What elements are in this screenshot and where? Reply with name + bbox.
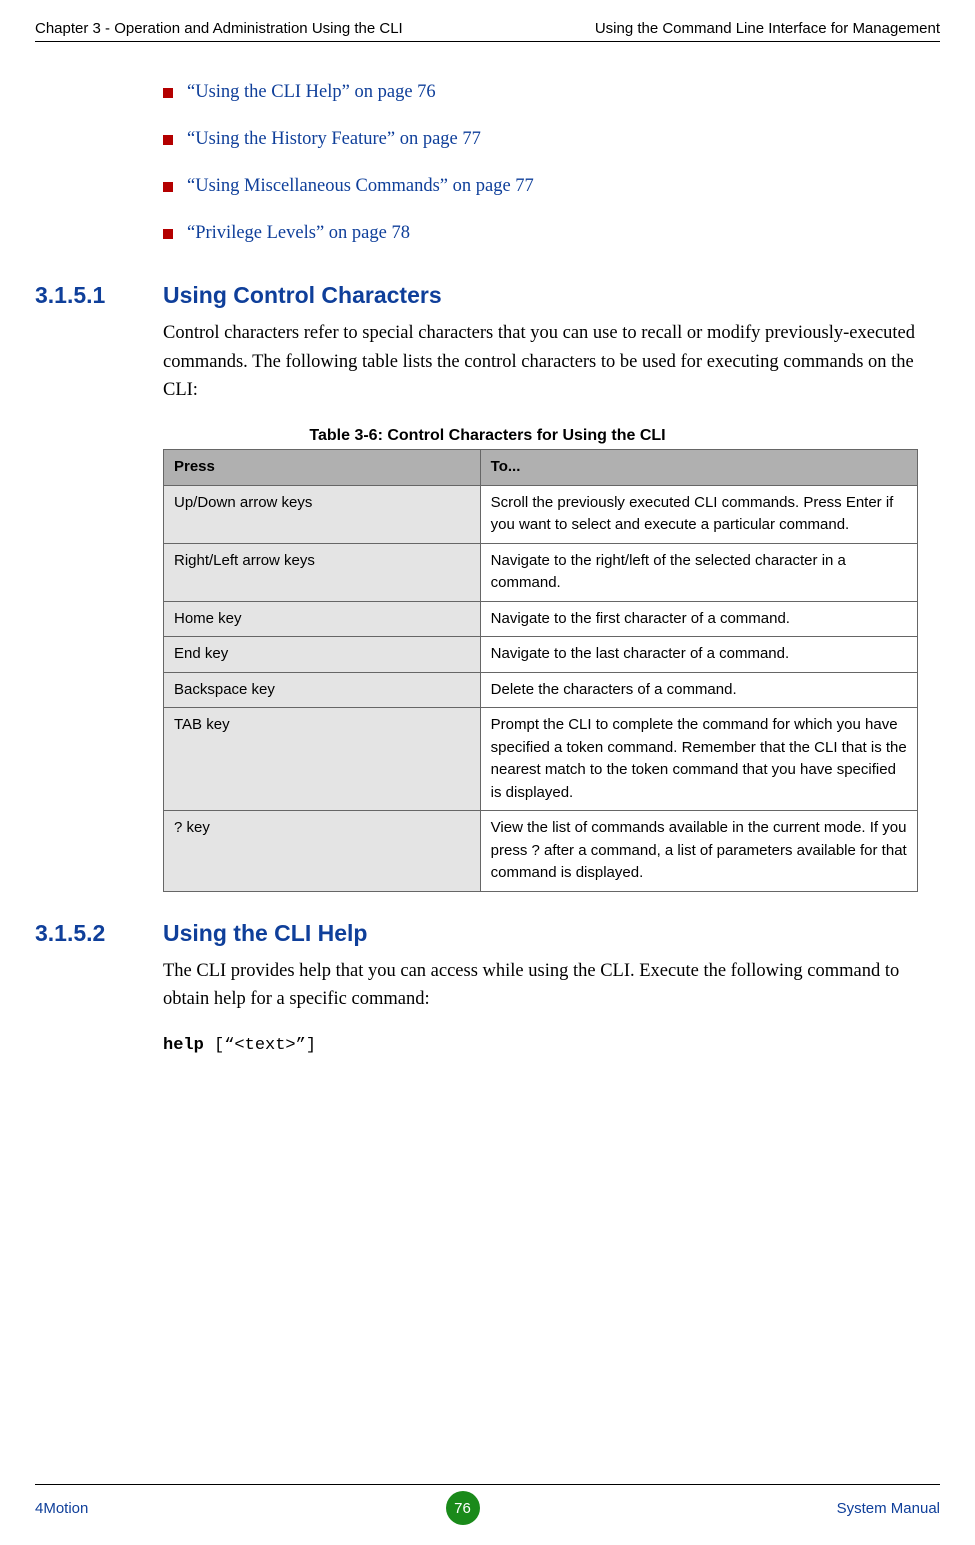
xref-bullet-item: “Privilege Levels” on page 78 (163, 223, 940, 244)
col-header-press: Press (164, 450, 481, 486)
table-row: ? key View the list of commands availabl… (164, 811, 918, 892)
page-header: Chapter 3 - Operation and Administration… (35, 20, 940, 42)
xref-bullet-item: “Using the History Feature” on page 77 (163, 129, 940, 150)
cell-press: TAB key (164, 708, 481, 811)
square-bullet-icon (163, 135, 173, 145)
col-header-to: To... (480, 450, 917, 486)
header-right: Using the Command Line Interface for Man… (595, 20, 940, 37)
paragraph: Control characters refer to special char… (163, 319, 940, 405)
square-bullet-icon (163, 182, 173, 192)
cell-to: Navigate to the first character of a com… (480, 601, 917, 637)
cell-to: Navigate to the right/left of the select… (480, 543, 917, 601)
footer-product: 4Motion (35, 1500, 88, 1517)
xref-bullet-item: “Using Miscellaneous Commands” on page 7… (163, 176, 940, 197)
section-number: 3.1.5.2 (35, 920, 163, 947)
table-header-row: Press To... (164, 450, 918, 486)
cell-press: End key (164, 637, 481, 673)
table-row: End key Navigate to the last character o… (164, 637, 918, 673)
xref-link[interactable]: “Privilege Levels” on page 78 (187, 223, 410, 244)
table-row: Backspace key Delete the characters of a… (164, 672, 918, 708)
cell-press: Right/Left arrow keys (164, 543, 481, 601)
xref-bullet-item: “Using the CLI Help” on page 76 (163, 82, 940, 103)
cell-press: Up/Down arrow keys (164, 485, 481, 543)
section-title: Using the CLI Help (163, 920, 367, 947)
control-characters-table: Press To... Up/Down arrow keys Scroll th… (163, 449, 918, 892)
square-bullet-icon (163, 88, 173, 98)
cell-press: Home key (164, 601, 481, 637)
square-bullet-icon (163, 229, 173, 239)
cell-to: Navigate to the last character of a comm… (480, 637, 917, 673)
section-title: Using Control Characters (163, 282, 442, 309)
paragraph: The CLI provides help that you can acces… (163, 957, 940, 1014)
cell-to: Scroll the previously executed CLI comma… (480, 485, 917, 543)
cell-press: ? key (164, 811, 481, 892)
table-row: Right/Left arrow keys Navigate to the ri… (164, 543, 918, 601)
code-sample: help [“<text>”] (163, 1036, 940, 1055)
header-left: Chapter 3 - Operation and Administration… (35, 20, 403, 37)
xref-link[interactable]: “Using the History Feature” on page 77 (187, 129, 481, 150)
cell-to: Prompt the CLI to complete the command f… (480, 708, 917, 811)
section-number: 3.1.5.1 (35, 282, 163, 309)
table-row: TAB key Prompt the CLI to complete the c… (164, 708, 918, 811)
table-row: Up/Down arrow keys Scroll the previously… (164, 485, 918, 543)
page-footer: 4Motion 76 System Manual (35, 1484, 940, 1525)
table-row: Home key Navigate to the first character… (164, 601, 918, 637)
xref-link[interactable]: “Using the CLI Help” on page 76 (187, 82, 436, 103)
section-heading: 3.1.5.2 Using the CLI Help (35, 920, 940, 947)
cell-press: Backspace key (164, 672, 481, 708)
xref-link[interactable]: “Using Miscellaneous Commands” on page 7… (187, 176, 534, 197)
code-command: help (163, 1036, 204, 1055)
footer-manual: System Manual (837, 1500, 940, 1517)
page-number-badge: 76 (446, 1491, 480, 1525)
section-heading: 3.1.5.1 Using Control Characters (35, 282, 940, 309)
cell-to: Delete the characters of a command. (480, 672, 917, 708)
code-argument: [“<text>”] (204, 1036, 316, 1055)
table-caption: Table 3-6: Control Characters for Using … (35, 427, 940, 445)
cell-to: View the list of commands available in t… (480, 811, 917, 892)
